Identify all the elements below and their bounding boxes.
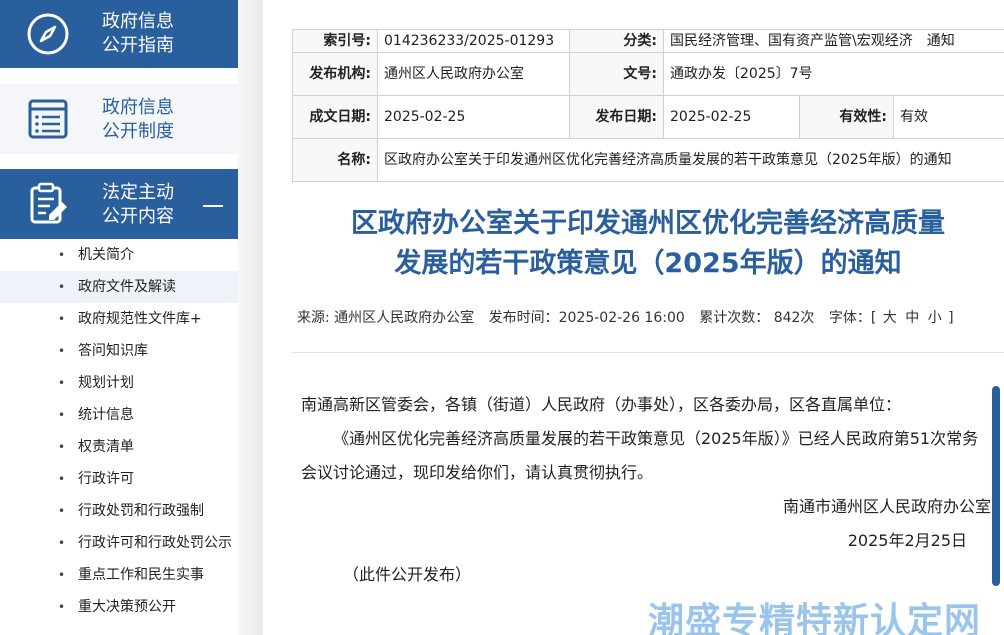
- sidebar-block-system[interactable]: 政府信息 公开制度: [0, 84, 238, 154]
- publish-note: （此件公开发布）: [343, 565, 472, 584]
- clipboard-edit-icon: [30, 182, 67, 224]
- font-medium-link[interactable]: 中: [905, 310, 919, 326]
- sidebar-divider: [238, 0, 263, 635]
- publish-time: 发布时间：2025-02-26 16:00: [488, 310, 685, 326]
- sidebar-item-decisions[interactable]: 重大决策预公开: [0, 591, 238, 623]
- compass-icon: [27, 13, 69, 55]
- font-size-label: 字体：[: [828, 310, 877, 326]
- sidebar-submenu: 机关简介 政府文件及解读 政府规范性文件库+ 答问知识库 规划计划 统计信息 权…: [0, 239, 238, 623]
- category-label: 分类:: [569, 29, 664, 53]
- view-count: 累计次数： 842次: [699, 310, 815, 326]
- name-label: 名称:: [292, 138, 378, 182]
- page: 政府信息 公开指南 政府信息 公开制度 法定主动 公开内容 • 机关简介 • 政…: [0, 0, 1004, 635]
- sidebar-block-system-label: 政府信息 公开制度: [102, 97, 174, 142]
- index-value: 014236233/2025-01293: [377, 29, 570, 53]
- sidebar-item-documents[interactable]: 政府文件及解读: [0, 271, 238, 303]
- main-content: 索引号: 014236233/2025-01293 分类: 国民经济管理、国有资…: [263, 0, 1004, 635]
- signer: 南通市通州区人民政府办公室: [782, 497, 991, 516]
- index-label: 索引号:: [292, 29, 378, 53]
- article-info: 来源: 通州区人民政府办公室 发布时间：2025-02-26 16:00 累计次…: [297, 307, 954, 327]
- sidebar-item-plans[interactable]: 规划计划: [0, 367, 238, 399]
- issuer-label: 发布机构:: [292, 52, 378, 96]
- sidebar-item-qa[interactable]: 答问知识库: [0, 335, 238, 367]
- sidebar: 政府信息 公开指南 政府信息 公开制度 法定主动 公开内容 • 机关简介 • 政…: [0, 0, 238, 635]
- font-large-link[interactable]: 大: [883, 310, 897, 326]
- sign-date: 2025年2月25日: [847, 531, 967, 550]
- main-paragraph: 《通州区优化完善经济高质量发展的若干政策意见（2025年版）》已经人民政府第51…: [301, 429, 979, 482]
- document-title: 区政府办公室关于印发通州区优化完善经济高质量 发展的若干政策意见（2025年版）…: [351, 208, 945, 279]
- document-meta-table: 索引号: 014236233/2025-01293 分类: 国民经济管理、国有资…: [292, 29, 1004, 182]
- category-value: 国民经济管理、国有资产监管\宏观经济 通知: [662, 29, 1004, 53]
- source-text: 来源: 通州区人民政府办公室: [297, 310, 475, 326]
- sidebar-item-penalties[interactable]: 行政处罚和行政强制: [0, 495, 238, 527]
- date-label: 成文日期:: [292, 95, 378, 139]
- sidebar-item-statistics[interactable]: 统计信息: [0, 399, 238, 431]
- font-small-link[interactable]: 小: [928, 310, 942, 326]
- sidebar-item-intro[interactable]: 机关简介: [0, 239, 238, 271]
- sidebar-block-content[interactable]: 法定主动 公开内容: [0, 169, 238, 239]
- scrollbar-thumb[interactable]: [992, 386, 1000, 586]
- date-value: 2025-02-25: [377, 95, 570, 139]
- divider-line: [292, 352, 1004, 353]
- list-document-icon: [28, 99, 68, 139]
- watermark-text: 潮盛专精特新认定网: [648, 601, 982, 635]
- collapse-icon[interactable]: [203, 205, 223, 207]
- pubdate-value: 2025-02-25: [663, 95, 800, 139]
- validity-value: 有效: [892, 95, 1004, 139]
- sidebar-item-regulations[interactable]: 政府规范性文件库+: [0, 303, 238, 335]
- sidebar-block-guide[interactable]: 政府信息 公开指南: [0, 0, 238, 68]
- greeting-paragraph: 南通高新区管委会，各镇（街道）人民政府（办事处），区各委办局，区各直属单位：: [301, 395, 902, 414]
- issuer-value: 通州区人民政府办公室: [377, 52, 570, 96]
- pubdate-label: 发布日期:: [569, 95, 664, 139]
- sidebar-item-key-work[interactable]: 重点工作和民生实事: [0, 559, 238, 591]
- sidebar-item-powers[interactable]: 权责清单: [0, 431, 238, 463]
- name-value: 区政府办公室关于印发通州区优化完善经济高质量发展的若干政策意见（2025年版）的…: [376, 138, 1004, 182]
- sidebar-block-content-label: 法定主动 公开内容: [102, 182, 174, 227]
- validity-label: 有效性:: [799, 95, 894, 139]
- sidebar-block-guide-label: 政府信息 公开指南: [102, 11, 174, 56]
- font-size-end: ]: [948, 310, 954, 326]
- sidebar-item-licensing[interactable]: 行政许可: [0, 463, 238, 495]
- sidebar-item-publicity[interactable]: 行政许可和行政处罚公示: [0, 527, 238, 559]
- docno-label: 文号:: [569, 52, 664, 96]
- docno-value: 通政办发〔2025〕7号: [662, 52, 1004, 96]
- article-body: 南通高新区管委会，各镇（街道）人民政府（办事处），区各委办局，区各直属单位： 《…: [301, 388, 991, 592]
